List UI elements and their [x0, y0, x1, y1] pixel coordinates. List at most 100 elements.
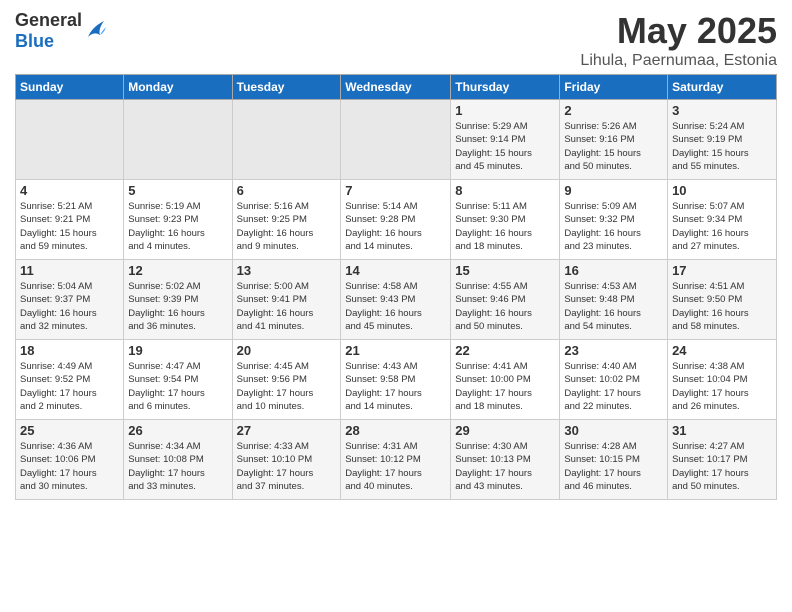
day-number-2-0: 11	[20, 263, 119, 278]
day-info-2-5: Sunrise: 4:53 AM Sunset: 9:48 PM Dayligh…	[564, 280, 663, 333]
week-row-2: 11 Sunrise: 5:04 AM Sunset: 9:37 PM Dayli…	[16, 260, 777, 340]
logo-bird-icon	[84, 17, 108, 45]
day-number-2-5: 16	[564, 263, 663, 278]
day-cell-0-4: 1Sunrise: 5:29 AM Sunset: 9:14 PM Daylig…	[451, 100, 560, 180]
week-row-0: 1Sunrise: 5:29 AM Sunset: 9:14 PM Daylig…	[16, 100, 777, 180]
day-info-2-6: Sunrise: 4:51 AM Sunset: 9:50 PM Dayligh…	[672, 280, 772, 333]
day-info-1-5: Sunrise: 5:09 AM Sunset: 9:32 PM Dayligh…	[564, 200, 663, 253]
day-info-1-2: Sunrise: 5:16 AM Sunset: 9:25 PM Dayligh…	[237, 200, 337, 253]
day-number-4-0: 25	[20, 423, 119, 438]
day-cell-0-0	[16, 100, 124, 180]
day-number-4-1: 26	[128, 423, 227, 438]
day-number-4-2: 27	[237, 423, 337, 438]
day-info-4-4: Sunrise: 4:30 AM Sunset: 10:13 PM Daylig…	[455, 440, 555, 493]
day-number-1-6: 10	[672, 183, 772, 198]
day-cell-2-5: 16 Sunrise: 4:53 AM Sunset: 9:48 PM Dayli…	[560, 260, 668, 340]
day-number-3-1: 19	[128, 343, 227, 358]
day-info-2-2: Sunrise: 5:00 AM Sunset: 9:41 PM Dayligh…	[237, 280, 337, 333]
day-cell-1-1: 5 Sunrise: 5:19 AM Sunset: 9:23 PM Daylig…	[124, 180, 232, 260]
day-info-3-1: Sunrise: 4:47 AM Sunset: 9:54 PM Dayligh…	[128, 360, 227, 413]
day-cell-4-1: 26 Sunrise: 4:34 AM Sunset: 10:08 PM Dayl…	[124, 420, 232, 500]
day-info-1-3: Sunrise: 5:14 AM Sunset: 9:28 PM Dayligh…	[345, 200, 446, 253]
day-number-1-1: 5	[128, 183, 227, 198]
day-info-1-6: Sunrise: 5:07 AM Sunset: 9:34 PM Dayligh…	[672, 200, 772, 253]
day-info-3-5: Sunrise: 4:40 AM Sunset: 10:02 PM Daylig…	[564, 360, 663, 413]
day-cell-3-0: 18 Sunrise: 4:49 AM Sunset: 9:52 PM Dayli…	[16, 340, 124, 420]
day-cell-2-0: 11 Sunrise: 5:04 AM Sunset: 9:37 PM Dayli…	[16, 260, 124, 340]
day-info-1-4: Sunrise: 5:11 AM Sunset: 9:30 PM Dayligh…	[455, 200, 555, 253]
day-cell-1-5: 9 Sunrise: 5:09 AM Sunset: 9:32 PM Daylig…	[560, 180, 668, 260]
day-cell-0-1	[124, 100, 232, 180]
week-row-4: 25 Sunrise: 4:36 AM Sunset: 10:06 PM Dayl…	[16, 420, 777, 500]
day-number-1-3: 7	[345, 183, 446, 198]
day-info-3-3: Sunrise: 4:43 AM Sunset: 9:58 PM Dayligh…	[345, 360, 446, 413]
day-info-3-0: Sunrise: 4:49 AM Sunset: 9:52 PM Dayligh…	[20, 360, 119, 413]
header-saturday: Saturday	[668, 75, 777, 100]
day-number-2-3: 14	[345, 263, 446, 278]
day-number-4-3: 28	[345, 423, 446, 438]
day-number-1-0: 4	[20, 183, 119, 198]
day-number-1-4: 8	[455, 183, 555, 198]
logo: General Blue	[15, 10, 108, 52]
day-info-3-6: Sunrise: 4:38 AM Sunset: 10:04 PM Daylig…	[672, 360, 772, 413]
day-cell-1-4: 8 Sunrise: 5:11 AM Sunset: 9:30 PM Daylig…	[451, 180, 560, 260]
day-number-1-2: 6	[237, 183, 337, 198]
header-sunday: Sunday	[16, 75, 124, 100]
day-cell-2-2: 13 Sunrise: 5:00 AM Sunset: 9:41 PM Dayli…	[232, 260, 341, 340]
day-info-2-3: Sunrise: 4:58 AM Sunset: 9:43 PM Dayligh…	[345, 280, 446, 333]
day-cell-2-6: 17 Sunrise: 4:51 AM Sunset: 9:50 PM Dayli…	[668, 260, 777, 340]
day-number-0-5: 2	[564, 103, 663, 118]
day-number-3-6: 24	[672, 343, 772, 358]
day-info-4-3: Sunrise: 4:31 AM Sunset: 10:12 PM Daylig…	[345, 440, 446, 493]
day-cell-1-3: 7 Sunrise: 5:14 AM Sunset: 9:28 PM Daylig…	[341, 180, 451, 260]
day-cell-4-0: 25 Sunrise: 4:36 AM Sunset: 10:06 PM Dayl…	[16, 420, 124, 500]
day-cell-3-5: 23 Sunrise: 4:40 AM Sunset: 10:02 PM Dayl…	[560, 340, 668, 420]
day-number-2-4: 15	[455, 263, 555, 278]
header-tuesday: Tuesday	[232, 75, 341, 100]
day-cell-0-6: 3 Sunrise: 5:24 AM Sunset: 9:19 PM Daylig…	[668, 100, 777, 180]
day-cell-2-4: 15 Sunrise: 4:55 AM Sunset: 9:46 PM Dayli…	[451, 260, 560, 340]
header-wednesday: Wednesday	[341, 75, 451, 100]
day-number-2-1: 12	[128, 263, 227, 278]
day-cell-4-5: 30Sunrise: 4:28 AM Sunset: 10:15 PM Dayl…	[560, 420, 668, 500]
day-info-1-1: Sunrise: 5:19 AM Sunset: 9:23 PM Dayligh…	[128, 200, 227, 253]
day-number-2-6: 17	[672, 263, 772, 278]
day-info-2-4: Sunrise: 4:55 AM Sunset: 9:46 PM Dayligh…	[455, 280, 555, 333]
day-info-4-0: Sunrise: 4:36 AM Sunset: 10:06 PM Daylig…	[20, 440, 119, 493]
day-number-0-4: 1	[455, 103, 555, 118]
day-info-0-6: Sunrise: 5:24 AM Sunset: 9:19 PM Dayligh…	[672, 120, 772, 173]
day-number-3-5: 23	[564, 343, 663, 358]
day-info-4-6: Sunrise: 4:27 AM Sunset: 10:17 PM Daylig…	[672, 440, 772, 493]
day-cell-3-2: 20 Sunrise: 4:45 AM Sunset: 9:56 PM Dayli…	[232, 340, 341, 420]
day-number-3-0: 18	[20, 343, 119, 358]
day-cell-3-6: 24 Sunrise: 4:38 AM Sunset: 10:04 PM Dayl…	[668, 340, 777, 420]
day-cell-2-3: 14 Sunrise: 4:58 AM Sunset: 9:43 PM Dayli…	[341, 260, 451, 340]
day-number-2-2: 13	[237, 263, 337, 278]
day-cell-1-0: 4Sunrise: 5:21 AM Sunset: 9:21 PM Daylig…	[16, 180, 124, 260]
day-cell-4-2: 27 Sunrise: 4:33 AM Sunset: 10:10 PM Dayl…	[232, 420, 341, 500]
day-info-2-1: Sunrise: 5:02 AM Sunset: 9:39 PM Dayligh…	[128, 280, 227, 333]
day-cell-3-1: 19 Sunrise: 4:47 AM Sunset: 9:54 PM Dayli…	[124, 340, 232, 420]
day-number-0-6: 3	[672, 103, 772, 118]
day-info-2-0: Sunrise: 5:04 AM Sunset: 9:37 PM Dayligh…	[20, 280, 119, 333]
calendar-header-row: Sunday Monday Tuesday Wednesday Thursday…	[16, 75, 777, 100]
header-thursday: Thursday	[451, 75, 560, 100]
day-info-4-1: Sunrise: 4:34 AM Sunset: 10:08 PM Daylig…	[128, 440, 227, 493]
logo-general-text: General	[15, 10, 82, 31]
title-block: May 2025 Lihula, Paernumaa, Estonia	[580, 10, 777, 70]
day-info-3-2: Sunrise: 4:45 AM Sunset: 9:56 PM Dayligh…	[237, 360, 337, 413]
day-info-4-2: Sunrise: 4:33 AM Sunset: 10:10 PM Daylig…	[237, 440, 337, 493]
header-monday: Monday	[124, 75, 232, 100]
location-subtitle: Lihula, Paernumaa, Estonia	[580, 52, 777, 70]
day-number-3-2: 20	[237, 343, 337, 358]
header-friday: Friday	[560, 75, 668, 100]
week-row-1: 4Sunrise: 5:21 AM Sunset: 9:21 PM Daylig…	[16, 180, 777, 260]
day-cell-1-6: 10 Sunrise: 5:07 AM Sunset: 9:34 PM Dayli…	[668, 180, 777, 260]
day-cell-4-4: 29 Sunrise: 4:30 AM Sunset: 10:13 PM Dayl…	[451, 420, 560, 500]
week-row-3: 18 Sunrise: 4:49 AM Sunset: 9:52 PM Dayli…	[16, 340, 777, 420]
day-number-1-5: 9	[564, 183, 663, 198]
day-number-4-4: 29	[455, 423, 555, 438]
logo-blue-text: Blue	[15, 31, 82, 52]
day-number-4-6: 31	[672, 423, 772, 438]
calendar-table: Sunday Monday Tuesday Wednesday Thursday…	[15, 74, 777, 500]
